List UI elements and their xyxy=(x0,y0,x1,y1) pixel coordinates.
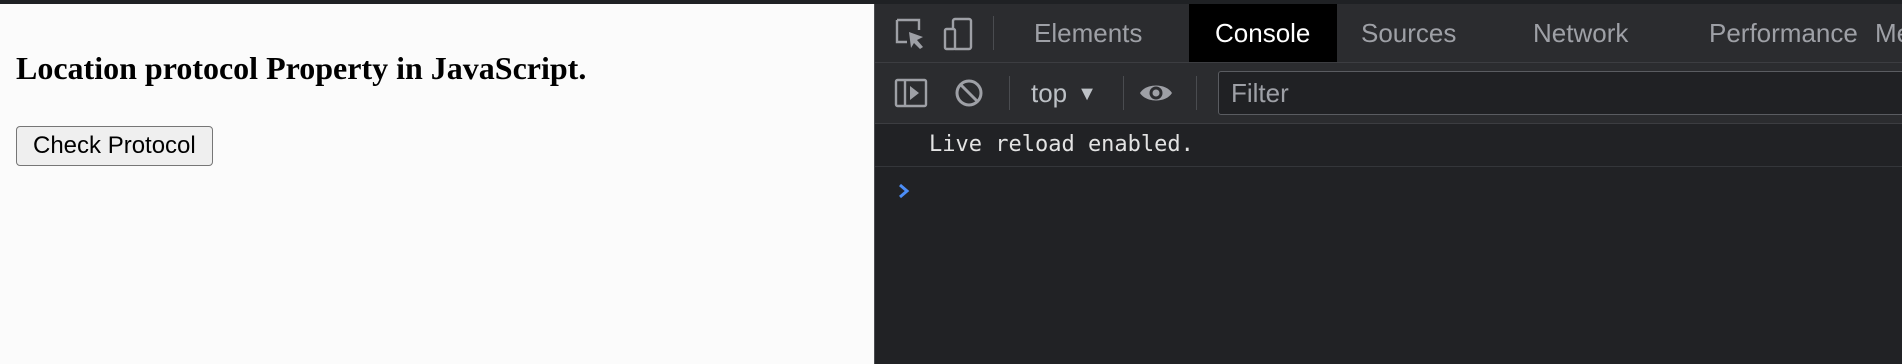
web-page: Location protocol Property in JavaScript… xyxy=(0,4,874,364)
inspect-element-icon[interactable] xyxy=(893,16,929,52)
tabbar-separator xyxy=(993,16,994,50)
device-toolbar-icon[interactable] xyxy=(941,16,977,52)
check-protocol-button[interactable]: Check Protocol xyxy=(16,126,213,166)
eye-icon[interactable] xyxy=(1138,75,1174,111)
tab-network[interactable]: Network xyxy=(1507,4,1654,62)
clear-console-icon[interactable] xyxy=(951,75,987,111)
toolbar-separator xyxy=(1196,76,1197,110)
tab-performance[interactable]: Performance xyxy=(1683,4,1884,62)
screen: Location protocol Property in JavaScript… xyxy=(0,0,1902,364)
tab-elements[interactable]: Elements xyxy=(1008,4,1168,62)
page-heading: Location protocol Property in JavaScript… xyxy=(16,50,587,86)
dropdown-arrow-icon: ▼ xyxy=(1077,83,1097,105)
sidebar-toggle-icon[interactable] xyxy=(893,75,929,111)
context-selector-label: top xyxy=(1031,78,1068,108)
console-message-text: Live reload enabled. xyxy=(929,132,1194,157)
devtools-tabbar: Elements Console Sources Network Perform… xyxy=(875,4,1902,63)
console-toolbar: top ▼ xyxy=(875,63,1902,124)
console-output[interactable]: Live reload enabled. xyxy=(875,124,1902,364)
tab-memory[interactable]: Me xyxy=(1875,4,1902,62)
tab-sources[interactable]: Sources xyxy=(1335,4,1482,62)
chevron-right-icon xyxy=(899,183,910,199)
tab-console[interactable]: Console xyxy=(1189,4,1337,62)
toolbar-separator xyxy=(1009,76,1010,110)
console-filter-input[interactable] xyxy=(1218,71,1902,115)
context-selector[interactable]: top ▼ xyxy=(1031,63,1097,123)
console-message: Live reload enabled. xyxy=(875,124,1902,167)
devtools-panel: Elements Console Sources Network Perform… xyxy=(875,4,1902,364)
toolbar-separator xyxy=(1123,76,1124,110)
